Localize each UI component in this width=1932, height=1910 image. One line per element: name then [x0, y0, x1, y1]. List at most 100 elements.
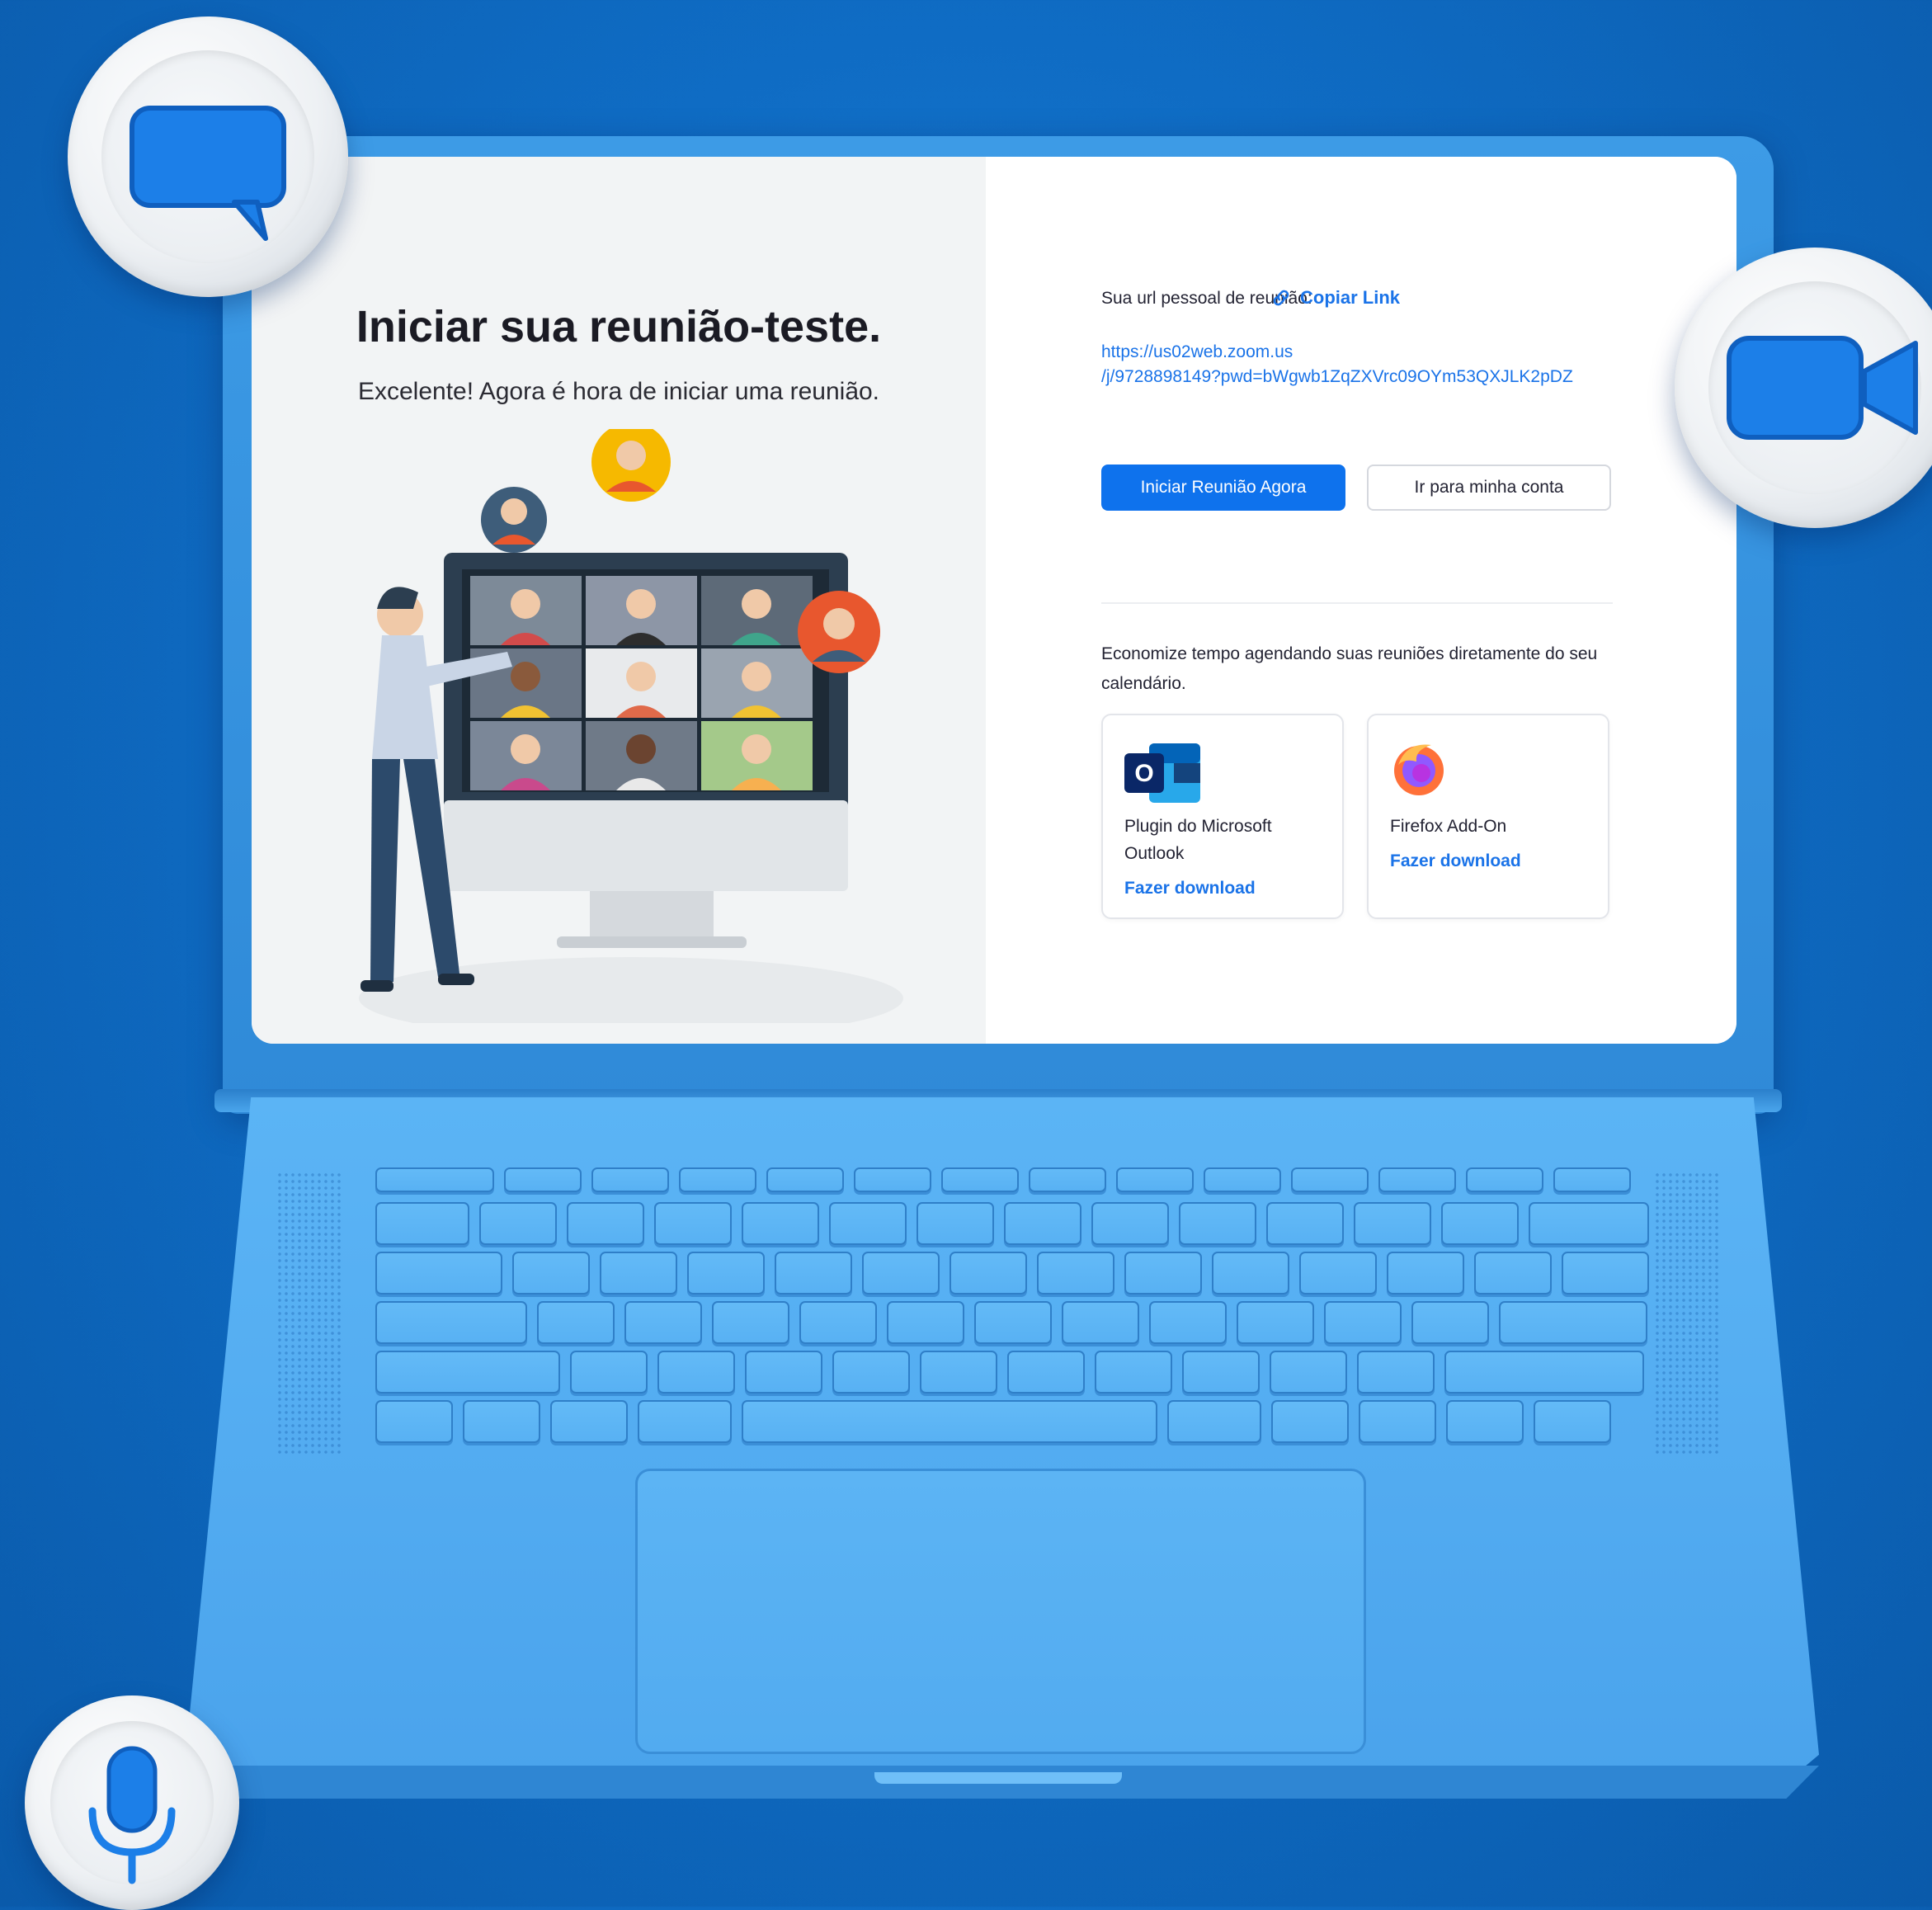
key [829, 1202, 907, 1245]
key [1499, 1301, 1647, 1344]
key [1562, 1252, 1649, 1295]
key [1553, 1167, 1631, 1192]
key [1091, 1202, 1169, 1245]
meeting-url-line-2: /j/9728898149?pwd=bWgwb1ZqZXVrc09OYm53QX… [1101, 367, 1573, 386]
key [375, 1252, 502, 1295]
key [679, 1167, 756, 1192]
key [1359, 1400, 1436, 1443]
video-camera-icon [1727, 336, 1918, 440]
key [862, 1252, 940, 1295]
key [1441, 1202, 1519, 1245]
key [463, 1400, 540, 1443]
key [1378, 1167, 1456, 1192]
key [375, 1167, 494, 1192]
welcome-pane: Iniciar sua reunião-teste. Excelente! Ag… [252, 157, 986, 1044]
firefox-addon-name: Firefox Add-On [1390, 817, 1507, 836]
outlook-icon: O [1124, 743, 1200, 803]
key [950, 1252, 1027, 1295]
key [1446, 1400, 1524, 1443]
meeting-details-pane: Sua url pessoal de reunião: Copiar Link … [986, 157, 1736, 1044]
key [1474, 1252, 1552, 1295]
key [1270, 1351, 1347, 1394]
key [600, 1252, 677, 1295]
key [1037, 1252, 1114, 1295]
outlook-plugin-card: O Plugin do Microsoft Outlook Fazer down… [1101, 714, 1344, 919]
key [917, 1202, 994, 1245]
laptop-notch [874, 1772, 1122, 1784]
key [504, 1167, 582, 1192]
key [1271, 1400, 1349, 1443]
key [375, 1351, 560, 1394]
key [1182, 1351, 1260, 1394]
outlook-download-link[interactable]: Fazer download [1124, 879, 1256, 898]
key [1299, 1252, 1377, 1295]
key [1266, 1202, 1344, 1245]
key [1007, 1351, 1085, 1394]
meeting-url-link[interactable]: https://us02web.zoom.us /j/9728898149?pw… [1101, 340, 1728, 389]
key [712, 1301, 789, 1344]
key [887, 1301, 964, 1344]
firefox-addon-card: Firefox Add-On Fazer download [1367, 714, 1609, 919]
key [1444, 1351, 1644, 1394]
key [567, 1202, 644, 1245]
key [1204, 1167, 1281, 1192]
left-speaker-grille [276, 1172, 342, 1456]
shift-row [375, 1351, 1644, 1394]
function-key-row [375, 1167, 1631, 1192]
outlook-plugin-name: Plugin do Microsoft Outlook [1124, 817, 1272, 863]
participant-grid [470, 576, 813, 790]
key [375, 1202, 469, 1245]
number-key-row [375, 1202, 1649, 1245]
right-speaker-grille [1654, 1172, 1720, 1456]
keyboard [375, 1167, 1649, 1460]
key [1004, 1202, 1081, 1245]
go-to-account-button[interactable]: Ir para minha conta [1367, 465, 1611, 511]
start-meeting-button[interactable]: Iniciar Reunião Agora [1101, 465, 1345, 511]
key [591, 1167, 669, 1192]
key [854, 1167, 931, 1192]
key [1291, 1167, 1369, 1192]
key [1237, 1301, 1314, 1344]
video-conference-illustration [359, 429, 903, 1023]
key [1124, 1252, 1202, 1295]
chat-icon [130, 106, 286, 241]
key [375, 1301, 527, 1344]
key [654, 1202, 732, 1245]
key [974, 1301, 1052, 1344]
space-row [375, 1400, 1611, 1443]
trackpad [635, 1469, 1366, 1754]
key [1466, 1167, 1543, 1192]
firefox-icon [1394, 744, 1444, 795]
key [1357, 1351, 1435, 1394]
page-title: Iniciar sua reunião-teste. [356, 302, 882, 351]
chat-bubble-button[interactable] [68, 17, 348, 297]
key [941, 1167, 1019, 1192]
key [1529, 1202, 1649, 1245]
key [745, 1351, 822, 1394]
key [920, 1351, 997, 1394]
laptop-screen: Iniciar sua reunião-teste. Excelente! Ag… [252, 157, 1736, 1044]
key [766, 1167, 844, 1192]
key [375, 1400, 453, 1443]
firefox-download-link[interactable]: Fazer download [1390, 851, 1521, 871]
home-row [375, 1301, 1647, 1344]
microphone-icon [88, 1746, 176, 1884]
key [1149, 1301, 1227, 1344]
key [1212, 1252, 1289, 1295]
meeting-url-line-1: https://us02web.zoom.us [1101, 342, 1293, 361]
copy-link-button[interactable]: Copiar Link [1270, 287, 1400, 309]
key [1324, 1301, 1402, 1344]
key [1387, 1252, 1464, 1295]
key [624, 1301, 702, 1344]
key [687, 1252, 765, 1295]
page-subtitle: Excelente! Agora é hora de iniciar uma r… [357, 378, 880, 405]
svg-text:O: O [1134, 760, 1153, 787]
key [1116, 1167, 1194, 1192]
key [1167, 1400, 1261, 1443]
key [1411, 1301, 1489, 1344]
key [1095, 1351, 1172, 1394]
key [512, 1252, 590, 1295]
microphone-button[interactable] [25, 1695, 239, 1910]
key [1354, 1202, 1431, 1245]
key [537, 1301, 615, 1344]
